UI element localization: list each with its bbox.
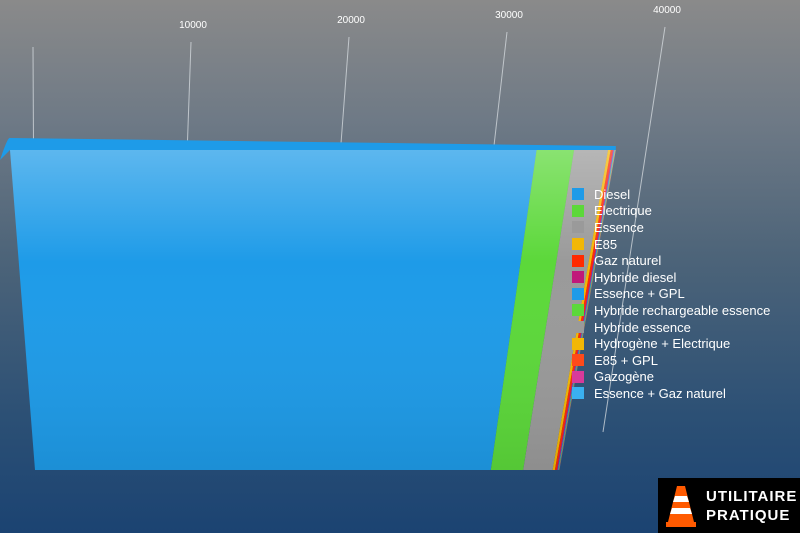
legend-item: Hybride essence (572, 319, 770, 336)
x-tick-label: 20000 (337, 15, 365, 26)
legend-label: E85 (594, 236, 618, 252)
legend-label: Hybride essence (594, 319, 691, 335)
legend-swatch (572, 204, 584, 217)
legend-item: E85 (572, 236, 770, 253)
legend-swatch (572, 321, 584, 334)
legend-item: Diesel (572, 186, 770, 203)
legend-label: Essence + Gaz naturel (594, 385, 726, 401)
legend-swatch (572, 304, 584, 317)
x-tick-label: 40000 (653, 5, 681, 16)
legend-swatch (572, 188, 584, 201)
legend-item: Hydrogène + Electrique (572, 335, 770, 352)
legend-label: Hybride diesel (594, 269, 677, 285)
legend-item: Gazogène (572, 369, 770, 386)
legend-swatch (572, 370, 584, 383)
legend-item: Essence + GPL (572, 286, 770, 303)
legend-item: Electrique (572, 203, 770, 220)
brand-logo: UTILITAIRE PRATIQUE (658, 478, 800, 533)
legend-item: Hybride rechargeable essence (572, 302, 770, 319)
x-tick-label: 10000 (179, 20, 207, 31)
legend-item: E85 + GPL (572, 352, 770, 369)
legend-swatch (572, 287, 584, 300)
legend-item: Essence + Gaz naturel (572, 385, 770, 402)
legend-label: Gazogène (594, 369, 654, 385)
legend-swatch (572, 387, 584, 400)
legend-label: E85 + GPL (594, 352, 658, 368)
x-tick-label: 30000 (495, 10, 523, 21)
legend-label: Gaz naturel (594, 253, 662, 269)
bar-shading (10, 150, 616, 470)
logo-line-1: UTILITAIRE (706, 487, 798, 505)
legend-label: Essence (594, 219, 644, 235)
legend-swatch (572, 271, 584, 284)
legend: Diesel Electrique Essence E85 Gaz naturel Hyb… (572, 186, 770, 402)
traffic-cone-icon (666, 485, 696, 527)
legend-label: Diesel (594, 186, 631, 202)
legend-swatch (572, 238, 584, 251)
legend-swatch (572, 337, 584, 350)
legend-item: Gaz naturel (572, 252, 770, 269)
legend-label: Electrique (594, 203, 652, 219)
legend-swatch (572, 221, 584, 234)
legend-label: Essence + GPL (594, 286, 685, 302)
legend-label: Hydrogène + Electrique (594, 336, 731, 352)
legend-item: Essence (572, 219, 770, 236)
logo-line-2: PRATIQUE (706, 506, 791, 524)
legend-swatch (572, 354, 584, 367)
legend-swatch (572, 254, 584, 267)
legend-item: Hybride diesel (572, 269, 770, 286)
legend-label: Hybride rechargeable essence (594, 302, 771, 318)
